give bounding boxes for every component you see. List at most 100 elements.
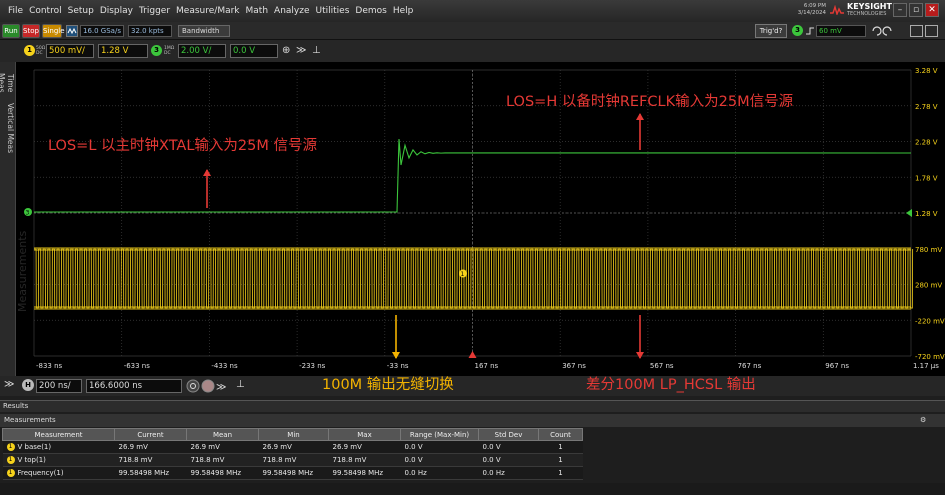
trigger-edge-icon xyxy=(806,27,814,35)
sample-rate-field[interactable]: 16.0 GSa/s xyxy=(80,25,124,37)
col-measurement[interactable]: Measurement xyxy=(2,428,115,441)
trig-status-button[interactable]: Trig'd? xyxy=(755,24,787,38)
more-channels-icon[interactable]: ≫ xyxy=(296,45,306,57)
menu-trigger[interactable]: Trigger xyxy=(139,6,170,16)
col-max[interactable]: Max xyxy=(328,428,401,441)
menu-control[interactable]: Control xyxy=(29,6,62,16)
time-tick-label: -433 ns xyxy=(211,362,238,370)
waveform-display[interactable]: Measurements 3.28 V 2.78 V 2.28 V 1.78 V 1.28… xyxy=(16,62,945,378)
memory-depth-field[interactable]: 32.0 kpts xyxy=(128,25,172,37)
tab-vertical-meas[interactable]: Vertical Meas xyxy=(1,102,15,154)
clock-waveform-trace xyxy=(34,248,914,309)
menu-setup[interactable]: Setup xyxy=(68,6,94,16)
keysight-wave-icon xyxy=(830,5,844,15)
menu-utilities[interactable]: Utilities xyxy=(316,6,350,16)
menu-analyze[interactable]: Analyze xyxy=(274,6,309,16)
table-row[interactable]: 1V base(1) 26.9 mV 26.9 mV 26.9 mV 26.9 … xyxy=(2,440,583,454)
ch3-coupling-label: 1MΩ DC xyxy=(164,46,175,56)
ch1-coupling-label: 50Ω DC xyxy=(36,46,46,56)
cell-range: 0.0 V xyxy=(400,453,479,467)
cell-current: 26.9 mV xyxy=(114,440,187,454)
time-tick-label: 967 ns xyxy=(825,362,849,370)
time-tick-label: 767 ns xyxy=(738,362,762,370)
measurement-name: 1 Frequency(1) xyxy=(2,466,115,480)
table-row[interactable]: 1V top(1) 718.8 mV 718.8 mV 718.8 mV 718… xyxy=(2,453,583,467)
brand-logo: KEYSIGHT TECHNOLOGIES xyxy=(830,3,892,17)
col-std-dev[interactable]: Std Dev xyxy=(478,428,539,441)
cell-max: 26.9 mV xyxy=(328,440,401,454)
arrow-los-low-head xyxy=(203,169,211,176)
autoscale-icon[interactable] xyxy=(66,25,78,37)
cell-range: 0.0 V xyxy=(400,440,479,454)
cell-std-dev: 0.0 V xyxy=(478,440,539,454)
col-count[interactable]: Count xyxy=(538,428,583,441)
acquisition-toolbar: Run Stop Single 16.0 GSa/s 32.0 kpts Ban… xyxy=(0,22,945,40)
annotation-seamless: 100M 输出无缝切换 xyxy=(322,377,454,393)
voltage-tick-label: 2.78 V xyxy=(915,103,938,111)
annotation-los-low: LOS=L 以主时钟XTAL输入为25M 信号源 xyxy=(48,138,317,154)
trigger-level-field[interactable]: 60 mV xyxy=(816,25,866,37)
svg-text:≫: ≫ xyxy=(216,382,226,393)
menu-help[interactable]: Help xyxy=(393,6,414,16)
zoom-controls-icon[interactable]: ≫ xyxy=(186,379,232,393)
measurements-watermark: Measurements xyxy=(16,230,29,312)
ch1-offset-field[interactable]: 1.28 V xyxy=(98,44,148,58)
undo-redo-icon[interactable] xyxy=(870,25,894,37)
clock-date: 3/14/2024 xyxy=(797,10,826,16)
settings-gear-icon[interactable]: ⚙ xyxy=(920,414,926,426)
time-position-field[interactable]: 166.6000 ns xyxy=(86,379,182,393)
table-row[interactable]: 1 Frequency(1) 99.58498 MHz 99.58498 MHz … xyxy=(2,466,583,480)
cell-mean: 26.9 mV xyxy=(186,440,259,454)
clock-low-band xyxy=(34,306,911,310)
run-button[interactable]: Run xyxy=(2,24,20,38)
ch1-badge[interactable]: 1 xyxy=(24,45,35,56)
add-channel-icon[interactable]: ⊕ xyxy=(282,45,290,57)
trigger-source-badge[interactable]: 3 xyxy=(792,25,803,36)
ch1-scale-field[interactable]: 500 mV/ xyxy=(46,44,94,58)
single-button[interactable]: Single xyxy=(42,24,65,38)
display-layout-icon[interactable] xyxy=(910,25,938,37)
time-tick-label: -233 ns xyxy=(299,362,326,370)
horizontal-badge[interactable]: H xyxy=(22,379,34,391)
menu-measure-mark[interactable]: Measure/Mark xyxy=(176,6,239,16)
menu-file[interactable]: File xyxy=(8,6,23,16)
results-empty-area xyxy=(0,483,945,495)
restore-button[interactable]: ▫ xyxy=(909,3,923,17)
cell-mean: 99.58498 MHz xyxy=(186,466,259,480)
stop-button[interactable]: Stop xyxy=(22,24,40,38)
arrow-diff-out-head xyxy=(636,352,644,359)
measurements-tab-label: Measurements xyxy=(4,416,56,424)
pin-icon[interactable]: ⊥ xyxy=(312,45,321,57)
col-min[interactable]: Min xyxy=(258,428,329,441)
oscilloscope-app: File Control Setup Display Trigger Measu… xyxy=(0,0,945,495)
voltage-tick-label: 3.28 V xyxy=(915,67,938,75)
horizontal-pin-icon[interactable]: ⊥ xyxy=(236,379,245,391)
expand-icon[interactable]: ≫ xyxy=(4,379,14,391)
arrow-seamless-head xyxy=(392,352,400,359)
time-scale-field[interactable]: 200 ns/ xyxy=(36,379,82,393)
menu-math[interactable]: Math xyxy=(246,6,269,16)
waveform-svg: Measurements 3.28 V 2.78 V 2.28 V 1.78 V 1.28… xyxy=(16,67,945,370)
col-range[interactable]: Range (Max-Min) xyxy=(400,428,479,441)
trigger-level-marker xyxy=(906,209,912,217)
close-button[interactable]: ✕ xyxy=(925,3,939,17)
menu-items: File Control Setup Display Trigger Measu… xyxy=(0,6,413,16)
ch3-offset-field[interactable]: 0.0 V xyxy=(230,44,278,58)
annotation-diff-out: 差分100M LP_HCSL 输出 xyxy=(586,377,756,393)
voltage-tick-label: -720 mV xyxy=(915,353,945,361)
cell-count: 1 xyxy=(538,466,583,480)
ch3-badge[interactable]: 3 xyxy=(151,45,162,56)
measurements-tab[interactable]: Measurements ⚙ xyxy=(0,414,945,427)
col-current[interactable]: Current xyxy=(114,428,187,441)
col-mean[interactable]: Mean xyxy=(186,428,259,441)
time-tick-label: 167 ns xyxy=(475,362,499,370)
cell-count: 1 xyxy=(538,440,583,454)
ch3-scale-field[interactable]: 2.00 V/ xyxy=(178,44,226,58)
bandwidth-button[interactable]: Bandwidth xyxy=(178,25,230,37)
tab-time-meas[interactable]: Time Meas xyxy=(0,68,15,98)
time-tick-label: -833 ns xyxy=(36,362,63,370)
menu-demos[interactable]: Demos xyxy=(355,6,386,16)
cell-max: 718.8 mV xyxy=(328,453,401,467)
menu-display[interactable]: Display xyxy=(100,6,133,16)
minimize-button[interactable]: – xyxy=(893,3,907,17)
